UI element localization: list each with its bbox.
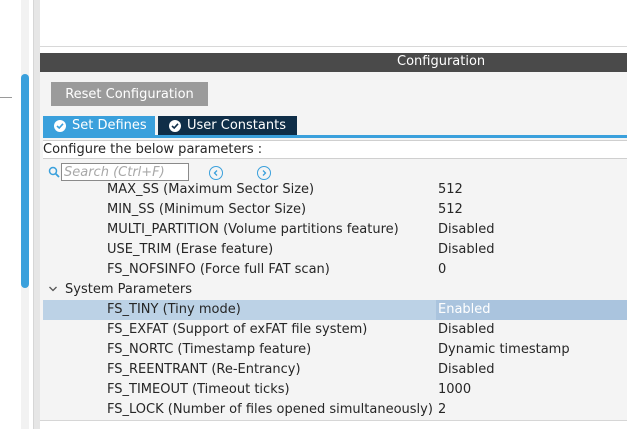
search-icon — [48, 166, 60, 178]
parameter-name: FS_TINY (Tiny mode) — [107, 302, 241, 317]
parameter-name: FS_NORTC (Timestamp feature) — [107, 342, 312, 357]
parameter-value[interactable]: Disabled — [436, 240, 627, 260]
parameter-row[interactable]: MULTI_PARTITION (Volume partitions featu… — [43, 220, 627, 240]
parameter-row[interactable]: FS_NORTC (Timestamp feature) Dynamic tim… — [43, 340, 627, 360]
parameter-value[interactable]: Disabled — [436, 320, 627, 340]
parameter-value[interactable]: 1000 — [436, 380, 627, 400]
parameter-name: FS_LOCK (Number of files opened simultan… — [107, 402, 433, 417]
configuration-title: Configuration — [397, 54, 486, 69]
left-scrollbar-thumb[interactable] — [21, 74, 29, 288]
parameter-row[interactable]: FS_TIMEOUT (Timeout ticks) 1000 — [43, 380, 627, 400]
parameter-row[interactable]: USE_TRIM (Erase feature) Disabled — [43, 240, 627, 260]
group-row-system-parameters[interactable]: System Parameters — [43, 280, 627, 300]
chevron-right-icon[interactable] — [257, 166, 271, 180]
top-panel — [40, 0, 627, 47]
parameter-row[interactable]: MAX_SS (Maximum Sector Size) 512 — [43, 183, 627, 200]
parameter-value[interactable]: Disabled — [436, 360, 627, 380]
parameter-value[interactable]: Disabled — [436, 220, 627, 240]
parameter-value[interactable]: 2 — [436, 400, 627, 420]
parameter-name: USE_TRIM (Erase feature) — [107, 242, 274, 257]
parameter-name: FS_REENTRANT (Re-Entrancy) — [107, 362, 301, 377]
check-circle-icon — [54, 119, 66, 132]
parameter-value[interactable]: 0 — [436, 260, 627, 280]
instructions-label: Configure the below parameters : — [43, 140, 627, 159]
parameter-value[interactable]: Enabled — [436, 300, 627, 320]
parameter-name: FS_TIMEOUT (Timeout ticks) — [107, 382, 290, 397]
chevron-down-icon[interactable] — [48, 280, 60, 300]
search-input[interactable] — [61, 163, 189, 181]
tab-label: User Constants — [187, 118, 286, 133]
parameter-name: MIN_SS (Minimum Sector Size) — [107, 202, 307, 217]
parameter-value[interactable]: Dynamic timestamp — [436, 340, 627, 360]
group-name: System Parameters — [65, 282, 193, 297]
tab-label: Set Defines — [72, 118, 147, 133]
configuration-header: Configuration — [40, 53, 627, 72]
parameter-name: FS_NOFSINFO (Force full FAT scan) — [107, 262, 330, 277]
parameter-row[interactable]: FS_LOCK (Number of files opened simultan… — [43, 400, 627, 420]
parameter-value[interactable]: 512 — [436, 200, 627, 220]
tab-underline — [43, 135, 627, 138]
chevron-left-icon[interactable] — [209, 166, 223, 180]
parameter-row[interactable]: FS_REENTRANT (Re-Entrancy) Disabled — [43, 360, 627, 380]
tab-user-constants[interactable]: User Constants — [158, 116, 297, 135]
left-panel-divider — [0, 97, 12, 98]
tab-set-defines[interactable]: Set Defines — [43, 116, 155, 135]
check-circle-icon — [169, 119, 181, 132]
parameter-row-selected[interactable]: FS_TINY (Tiny mode) Enabled — [43, 300, 627, 320]
parameter-tree: MAX_SS (Maximum Sector Size) 512 MIN_SS … — [43, 183, 627, 420]
parameter-row[interactable]: MIN_SS (Minimum Sector Size) 512 — [43, 200, 627, 220]
parameter-row[interactable]: FS_EXFAT (Support of exFAT file system) … — [43, 320, 627, 340]
reset-configuration-button[interactable]: Reset Configuration — [51, 82, 208, 106]
parameter-row[interactable]: FS_NOFSINFO (Force full FAT scan) 0 — [43, 260, 627, 280]
parameter-name: FS_EXFAT (Support of exFAT file system) — [107, 322, 368, 337]
parameter-name: MAX_SS (Maximum Sector Size) — [107, 183, 315, 197]
parameter-value[interactable]: 512 — [436, 183, 627, 200]
parameter-name: MULTI_PARTITION (Volume partitions featu… — [107, 222, 399, 237]
